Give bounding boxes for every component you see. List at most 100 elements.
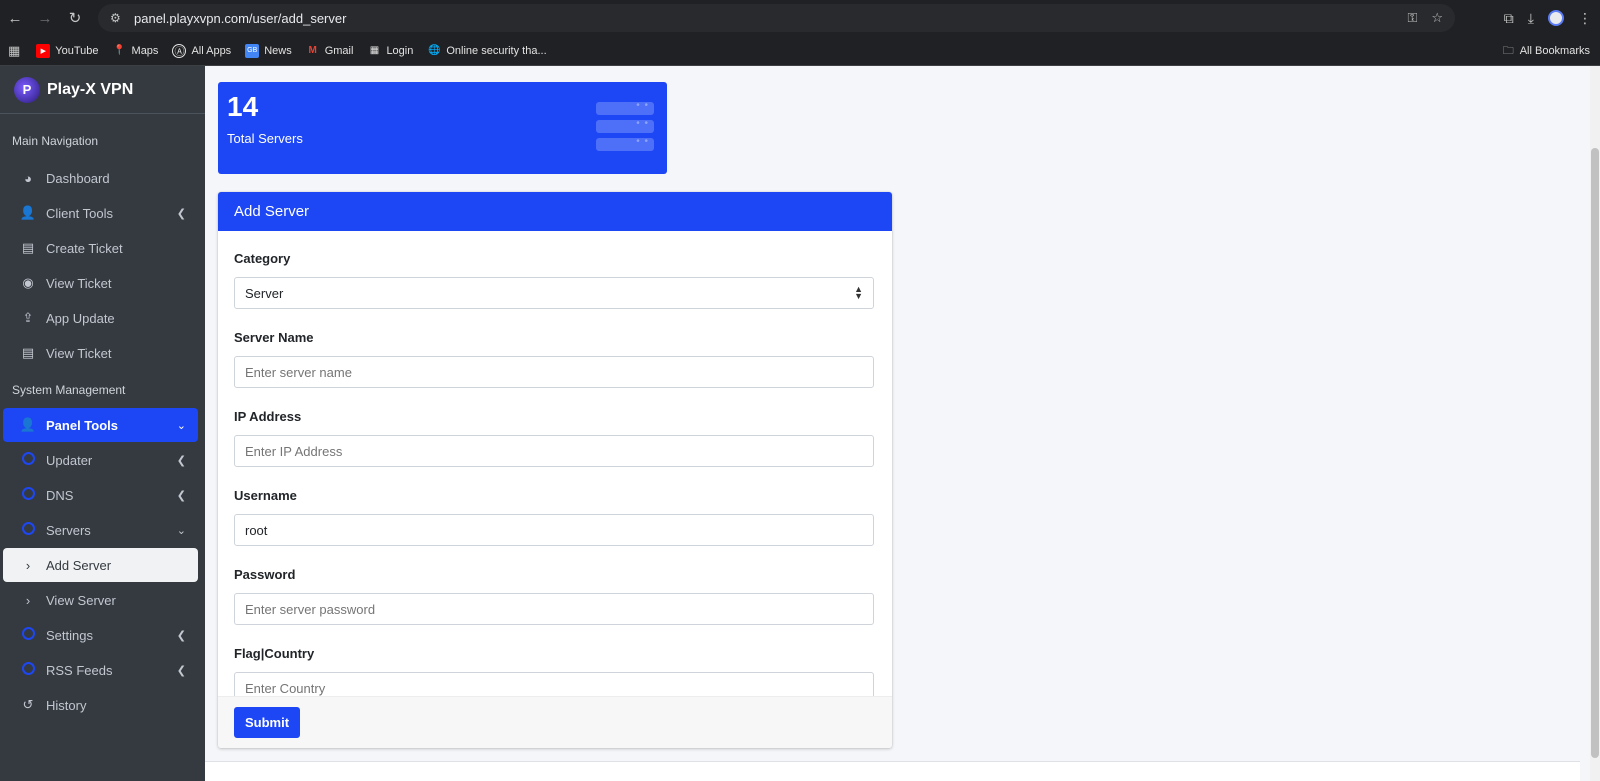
server-name-input[interactable] (234, 356, 874, 388)
card-title: Add Server (218, 192, 892, 231)
password-label: Password (234, 567, 296, 582)
key-icon[interactable]: ⚿ (1407, 10, 1417, 26)
bookmark-label: YouTube (55, 44, 99, 57)
sidebar-item-label: App Update (46, 310, 115, 326)
folder-icon: 🗀 (1502, 44, 1514, 57)
url-text: panel.playxvpn.com/user/add_server (134, 10, 347, 26)
ip-address-label: IP Address (234, 409, 302, 424)
bookmark-label: All Apps (191, 44, 232, 57)
sidebar-item-add-server[interactable]: › Add Server (3, 548, 198, 582)
sidebar: P Play-X VPN Main Navigation ◕ Dashboard… (0, 66, 205, 781)
scrollbar-thumb[interactable] (1591, 148, 1599, 758)
sidebar-item-history[interactable]: ↺ History (3, 688, 198, 722)
circle-icon (19, 452, 37, 468)
nav-header-system: System Management (12, 383, 126, 397)
bookmark-login[interactable]: ▦ Login (367, 44, 414, 58)
total-servers-box: 14 Total Servers (218, 82, 667, 174)
dashboard-icon: ◕ (24, 170, 32, 186)
brand-name: Play-X VPN (47, 80, 134, 98)
bookmark-label: Gmail (324, 44, 354, 57)
bookmark-label: News (264, 44, 292, 57)
maps-icon: 📍 (113, 45, 126, 56)
sidebar-item-client-tools[interactable]: 👤 Client Tools ❮ (3, 196, 198, 230)
add-server-card: Add Server Category Server ▲ ▼ Server Nam… (218, 192, 892, 748)
sidebar-item-dns[interactable]: DNS ❮ (3, 478, 198, 512)
username-input[interactable] (234, 514, 874, 546)
category-selected-value: Server (245, 285, 284, 301)
add-server-form: Category Server ▲▼ Server Name IP Addres… (218, 231, 892, 704)
history-icon: ↺ (22, 697, 34, 712)
sidebar-item-label: History (46, 697, 87, 713)
profile-avatar[interactable] (1548, 10, 1564, 26)
bookmark-news[interactable]: GB News (245, 43, 292, 58)
sidebar-item-app-update[interactable]: ⇪ App Update (3, 301, 198, 335)
sidebar-item-create-ticket[interactable]: ▤ Create Ticket (3, 231, 198, 265)
news-icon: GB (245, 43, 260, 58)
sidebar-item-view-ticket[interactable]: ◉ View Ticket (3, 266, 198, 300)
server-name-label: Server Name (234, 330, 314, 345)
extensions-icon[interactable]: ⧉ (1504, 10, 1514, 27)
star-icon[interactable]: ☆ (1431, 10, 1443, 26)
sidebar-item-label: Updater (46, 452, 93, 468)
sidebar-item-servers[interactable]: Servers ⌄ (3, 513, 198, 547)
sidebar-item-label: Panel Tools (46, 417, 118, 433)
bookmark-all-apps[interactable]: Ⓐ All Apps (172, 43, 232, 58)
bookmark-label: Online security tha... (446, 44, 547, 57)
total-servers-count: 14 (227, 91, 259, 122)
main-content: 14 Total Servers Add Server Category Ser… (205, 66, 1590, 781)
password-input[interactable] (234, 593, 874, 625)
download-icon[interactable]: ⤓ (1528, 10, 1534, 27)
all-bookmarks-label: All Bookmarks (1519, 45, 1590, 57)
all-bookmarks[interactable]: 🗀 All Bookmarks (1503, 36, 1590, 66)
sidebar-item-panel-tools[interactable]: 👤 Panel Tools ⌄ (3, 408, 198, 442)
user-icon: 👤 (19, 417, 37, 432)
submit-button[interactable]: Submit (234, 707, 301, 738)
sidebar-item-label: Servers (46, 522, 91, 538)
ticket-icon: ▤ (21, 345, 35, 360)
category-select[interactable]: Server ▲ ▼ (234, 277, 874, 309)
sidebar-item-label: View Ticket (46, 345, 112, 361)
sidebar-item-settings[interactable]: Settings ❮ (3, 618, 198, 652)
apps-grid-icon[interactable]: ▦ (8, 43, 20, 59)
page-footer (205, 761, 1580, 781)
chevron-left-icon: ❮ (176, 207, 186, 220)
address-bar[interactable]: ⚙ panel.playxvpn.com/user/add_server ⚿ ☆ (98, 4, 1455, 32)
back-icon[interactable]: ← (0, 0, 30, 36)
sidebar-item-dashboard[interactable]: ◕ Dashboard (3, 161, 198, 195)
apps-icon: Ⓐ (172, 43, 187, 58)
bookmark-gmail[interactable]: M Gmail (306, 44, 354, 58)
ticket-icon: ▤ (21, 240, 35, 255)
sidebar-item-updater[interactable]: Updater ❮ (3, 443, 198, 477)
bookmark-youtube[interactable]: ▶ YouTube (36, 43, 99, 58)
sidebar-item-label: Settings (46, 627, 93, 643)
site-settings-icon[interactable]: ⚙ (110, 11, 128, 25)
bookmark-maps[interactable]: 📍 Maps (113, 44, 158, 58)
ip-address-input[interactable] (234, 435, 874, 467)
sidebar-item-rss-feeds[interactable]: RSS Feeds ❮ (3, 653, 198, 687)
globe-icon: 🌐 (428, 45, 441, 56)
browser-toolbar: ← → ↻ ⚙ panel.playxvpn.com/user/add_serv… (0, 0, 1600, 36)
chevron-down-icon: ⌄ (176, 419, 186, 432)
circle-icon (19, 487, 37, 503)
user-icon: 👤 (19, 205, 37, 220)
eye-icon: ◉ (22, 275, 34, 290)
reload-icon[interactable]: ↻ (60, 0, 90, 36)
sidebar-item-label: Client Tools (46, 205, 113, 221)
login-icon: ▦ (369, 45, 380, 56)
select-arrows-icon: ▲ ▼ (854, 284, 863, 301)
chevron-right-icon: › (25, 592, 31, 608)
sidebar-item-label: RSS Feeds (46, 662, 113, 678)
username-label: Username (234, 488, 297, 503)
sidebar-item-view-ticket-2[interactable]: ▤ View Ticket (3, 336, 198, 370)
sidebar-item-label: Create Ticket (46, 240, 123, 256)
brand-link[interactable]: P Play-X VPN (0, 66, 205, 114)
menu-dots-icon[interactable]: ⋮ (1578, 10, 1592, 27)
sidebar-item-label: View Server (46, 592, 116, 608)
sidebar-item-view-server[interactable]: › View Server (3, 583, 198, 617)
bookmark-online-security[interactable]: 🌐 Online security tha... (427, 44, 547, 58)
forward-icon[interactable]: → (30, 0, 60, 36)
total-servers-label: Total Servers (227, 131, 303, 146)
server-icon (596, 100, 654, 156)
sidebar-item-label: DNS (46, 487, 74, 503)
sidebar-item-label: View Ticket (46, 275, 112, 291)
